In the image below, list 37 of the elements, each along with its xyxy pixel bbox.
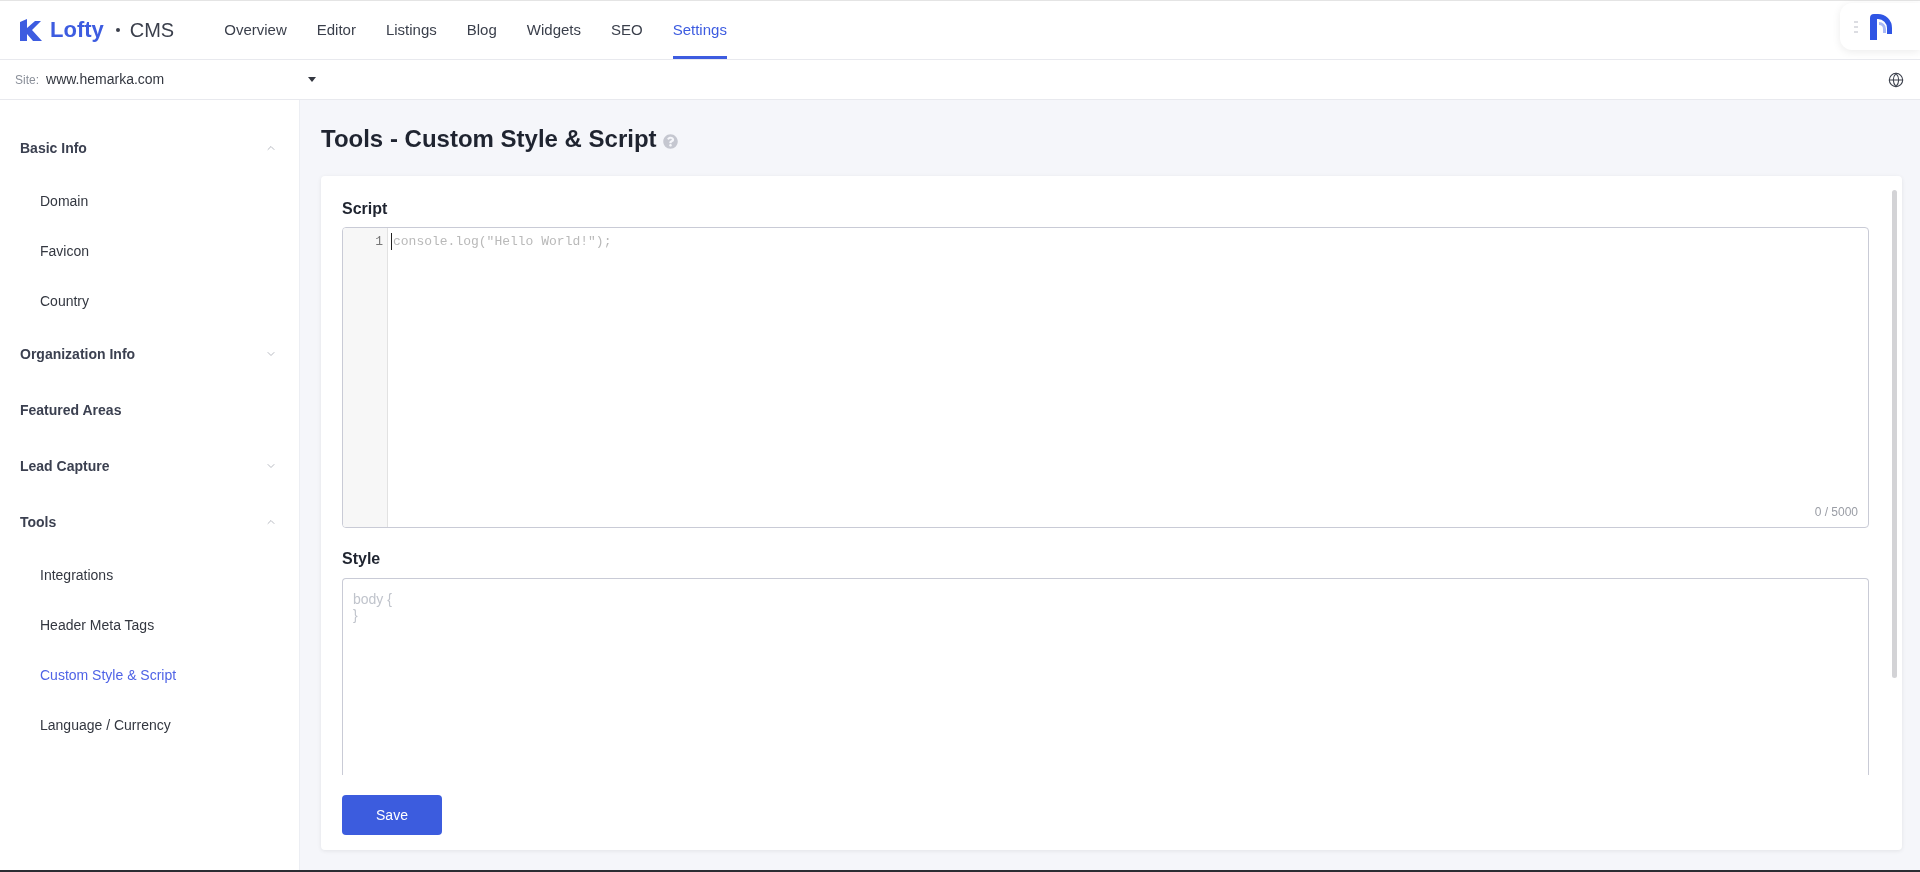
logo-icon — [20, 19, 42, 41]
sidebar-group-header[interactable]: Tools — [0, 494, 299, 550]
sidebar-item[interactable]: Favicon — [0, 226, 299, 276]
globe-icon[interactable] — [1888, 71, 1904, 88]
style-input[interactable]: body { } — [342, 578, 1869, 775]
nav-tab[interactable]: Editor — [316, 1, 356, 59]
floating-widget[interactable] — [1840, 3, 1920, 50]
sidebar-item[interactable]: Header Meta Tags — [0, 600, 299, 650]
sidebar-group-header[interactable]: Organization Info — [0, 326, 299, 382]
nav-tab[interactable]: SEO — [611, 1, 643, 59]
sidebar-group-header[interactable]: Lead Capture — [0, 438, 299, 494]
drag-handle-icon[interactable] — [1854, 20, 1858, 33]
sidebar-link[interactable]: Featured Areas — [0, 382, 299, 438]
dropdown-caret-icon — [308, 77, 316, 82]
logo-text: Lofty — [50, 17, 104, 43]
section-label: Script — [342, 199, 389, 219]
sidebar-item[interactable]: Language / Currency — [0, 700, 299, 750]
sidebar-group-header[interactable]: Basic Info — [0, 120, 299, 176]
section-label: Style — [342, 549, 382, 569]
script-editor[interactable]: 1 console.log("Hello World!"); 0 / 5000 — [342, 227, 1869, 528]
sidebar-item[interactable]: Integrations — [0, 550, 299, 600]
site-label: Site: — [15, 71, 39, 89]
sidebar-item[interactable]: Country — [0, 276, 299, 326]
nav-tab[interactable]: Blog — [466, 1, 497, 59]
app-logo-icon[interactable] — [1870, 13, 1892, 40]
sidebar-item[interactable]: Domain — [0, 176, 299, 226]
product-name: CMS — [129, 18, 175, 42]
nav-tab[interactable]: Overview — [224, 1, 287, 59]
sidebar-item[interactable]: Custom Style & Script — [0, 650, 299, 700]
character-counter: 0 / 5000 — [1814, 504, 1858, 521]
line-number: 1 — [374, 233, 383, 250]
nav-tab[interactable]: Listings — [385, 1, 437, 59]
save-button[interactable]: Save — [342, 795, 442, 835]
scrollbar-thumb[interactable] — [1892, 190, 1897, 678]
nav-tab[interactable]: Widgets — [526, 1, 581, 59]
page-title: Tools - Custom Style & Script — [321, 124, 657, 154]
site-select[interactable]: www.hemarka.com — [46, 65, 316, 94]
